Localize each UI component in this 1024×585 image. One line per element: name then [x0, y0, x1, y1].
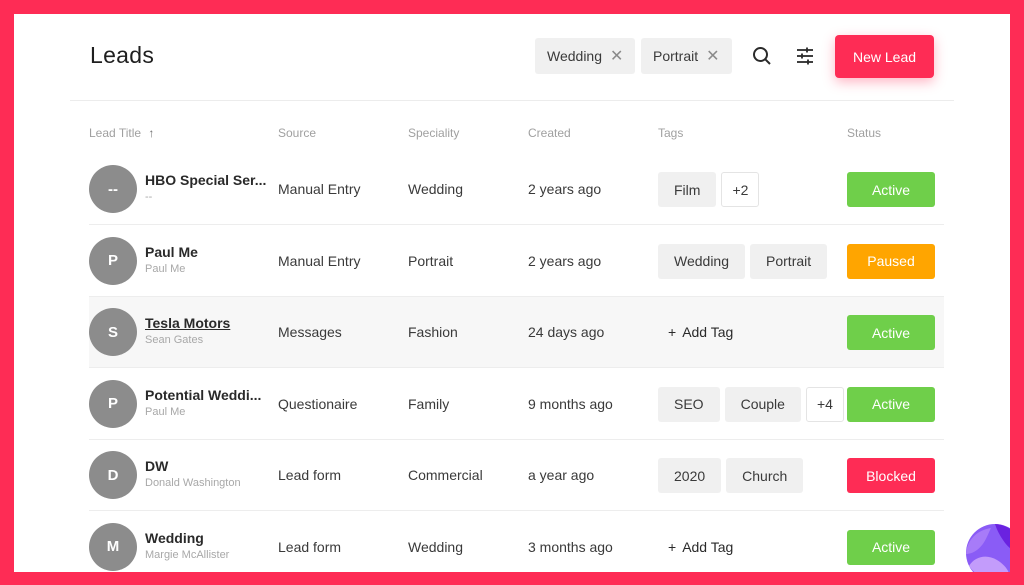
lead-speciality: Family [408, 395, 450, 412]
lead-source: Lead form [278, 538, 342, 555]
lead-created: 2 years ago [528, 181, 602, 197]
status-badge[interactable]: Paused [847, 243, 935, 279]
status-badge[interactable]: Active [847, 529, 935, 565]
app-logo-icon [966, 524, 1010, 572]
close-icon[interactable]: ✕ [610, 46, 623, 66]
column-header-source[interactable]: Source [278, 126, 316, 140]
more-tags-button[interactable]: +2 [721, 172, 760, 207]
lead-created: 3 months ago [528, 538, 613, 555]
lead-title[interactable]: Tesla Motors [145, 315, 230, 331]
lead-source: Manual Entry [278, 252, 361, 269]
lead-created: 2 years ago [528, 252, 602, 269]
status-badge[interactable]: Active [847, 386, 935, 422]
tag[interactable]: Film [658, 172, 717, 207]
lead-title[interactable]: Paul Me [145, 244, 198, 260]
filter-chip-portrait[interactable]: Portrait ✕ [641, 38, 732, 74]
plus-icon: + [668, 538, 677, 555]
lead-source: Manual Entry [278, 181, 361, 197]
tag-list: Wedding Portrait [658, 243, 828, 279]
arrow-up-icon: ↑ [148, 126, 155, 140]
lead-created: a year ago [528, 467, 595, 483]
add-tag-button[interactable]: + Add Tag [668, 539, 733, 555]
lead-speciality: Commercial [408, 467, 483, 483]
avatar: P [89, 379, 137, 428]
avatar: P [89, 236, 137, 285]
lead-title[interactable]: Wedding [145, 530, 204, 546]
table-row[interactable]: D DW Donald Washington Lead form Commercial a… [89, 440, 944, 511]
table-row[interactable]: P Potential Weddi... Paul Me Questionaire Fa… [89, 369, 944, 440]
add-tag-button[interactable]: + Add Tag [668, 324, 733, 340]
header-divider [70, 100, 954, 101]
column-header-tags: Tags [658, 126, 684, 140]
tag-list: SEO Couple +4 [658, 386, 844, 422]
status-badge[interactable]: Active [847, 172, 935, 207]
avatar: D [89, 451, 137, 499]
column-header-status[interactable]: Status [847, 126, 881, 140]
table-row[interactable]: -- HBO Special Ser... -- Manual Entry Weddin… [89, 154, 944, 225]
lead-title[interactable]: HBO Special Ser... [145, 172, 266, 188]
close-icon[interactable]: ✕ [706, 46, 719, 66]
leads-page: Leads Wedding ✕ Portrait ✕ New Lead Lead… [14, 14, 1010, 572]
lead-title[interactable]: Potential Weddi... [145, 387, 261, 403]
lead-created: 9 months ago [528, 395, 613, 412]
avatar: S [89, 308, 137, 356]
lead-contact: Paul Me [145, 405, 186, 418]
lead-contact: Paul Me [145, 262, 186, 275]
new-lead-button[interactable]: New Lead [835, 35, 934, 78]
avatar: M [89, 522, 137, 571]
lead-source: Questionaire [278, 395, 358, 412]
lead-speciality: Wedding [408, 538, 464, 555]
status-badge[interactable]: Active [847, 315, 935, 350]
lead-source: Lead form [278, 467, 342, 483]
lead-speciality: Wedding [408, 181, 464, 197]
lead-contact: -- [145, 191, 153, 203]
lead-speciality: Fashion [408, 324, 458, 340]
lead-contact: Donald Washington [145, 477, 241, 489]
tag[interactable]: Portrait [750, 243, 828, 279]
tag[interactable]: Church [726, 458, 804, 493]
filter-chip-label: Portrait [653, 48, 699, 64]
tag-list: 2020 Church [658, 458, 804, 493]
tag[interactable]: SEO [658, 386, 720, 422]
search-icon[interactable] [750, 44, 774, 68]
page-title: Leads [90, 42, 155, 68]
table-row[interactable]: S Tesla Motors Sean Gates Messages Fashion 24… [89, 297, 944, 368]
column-header-created[interactable]: Created [528, 126, 571, 140]
lead-source: Messages [278, 324, 342, 340]
sliders-icon[interactable] [793, 44, 817, 68]
table-row[interactable]: M Wedding Margie McAllister Lead form Weddin… [89, 512, 944, 573]
lead-contact: Sean Gates [145, 334, 204, 346]
avatar: -- [89, 165, 137, 213]
tag-list: Film +2 [658, 172, 760, 207]
more-tags-button[interactable]: +4 [805, 386, 844, 422]
status-badge[interactable]: Blocked [847, 458, 935, 493]
lead-contact: Margie McAllister [145, 548, 230, 561]
tag[interactable]: 2020 [658, 458, 722, 493]
tag[interactable]: Couple [724, 386, 801, 422]
lead-title[interactable]: DW [145, 458, 168, 474]
lead-created: 24 days ago [528, 324, 605, 340]
column-header-speciality[interactable]: Speciality [408, 126, 459, 140]
filter-chip-wedding[interactable]: Wedding ✕ [535, 38, 636, 74]
plus-icon: + [668, 324, 677, 340]
lead-speciality: Portrait [408, 252, 454, 269]
tag[interactable]: Wedding [658, 243, 746, 279]
table-row[interactable]: P Paul Me Paul Me Manual Entry Portrait 2 yea… [89, 226, 944, 297]
filter-chip-label: Wedding [547, 48, 603, 64]
column-header-lead-title[interactable]: Lead Title ↑ [89, 126, 154, 140]
